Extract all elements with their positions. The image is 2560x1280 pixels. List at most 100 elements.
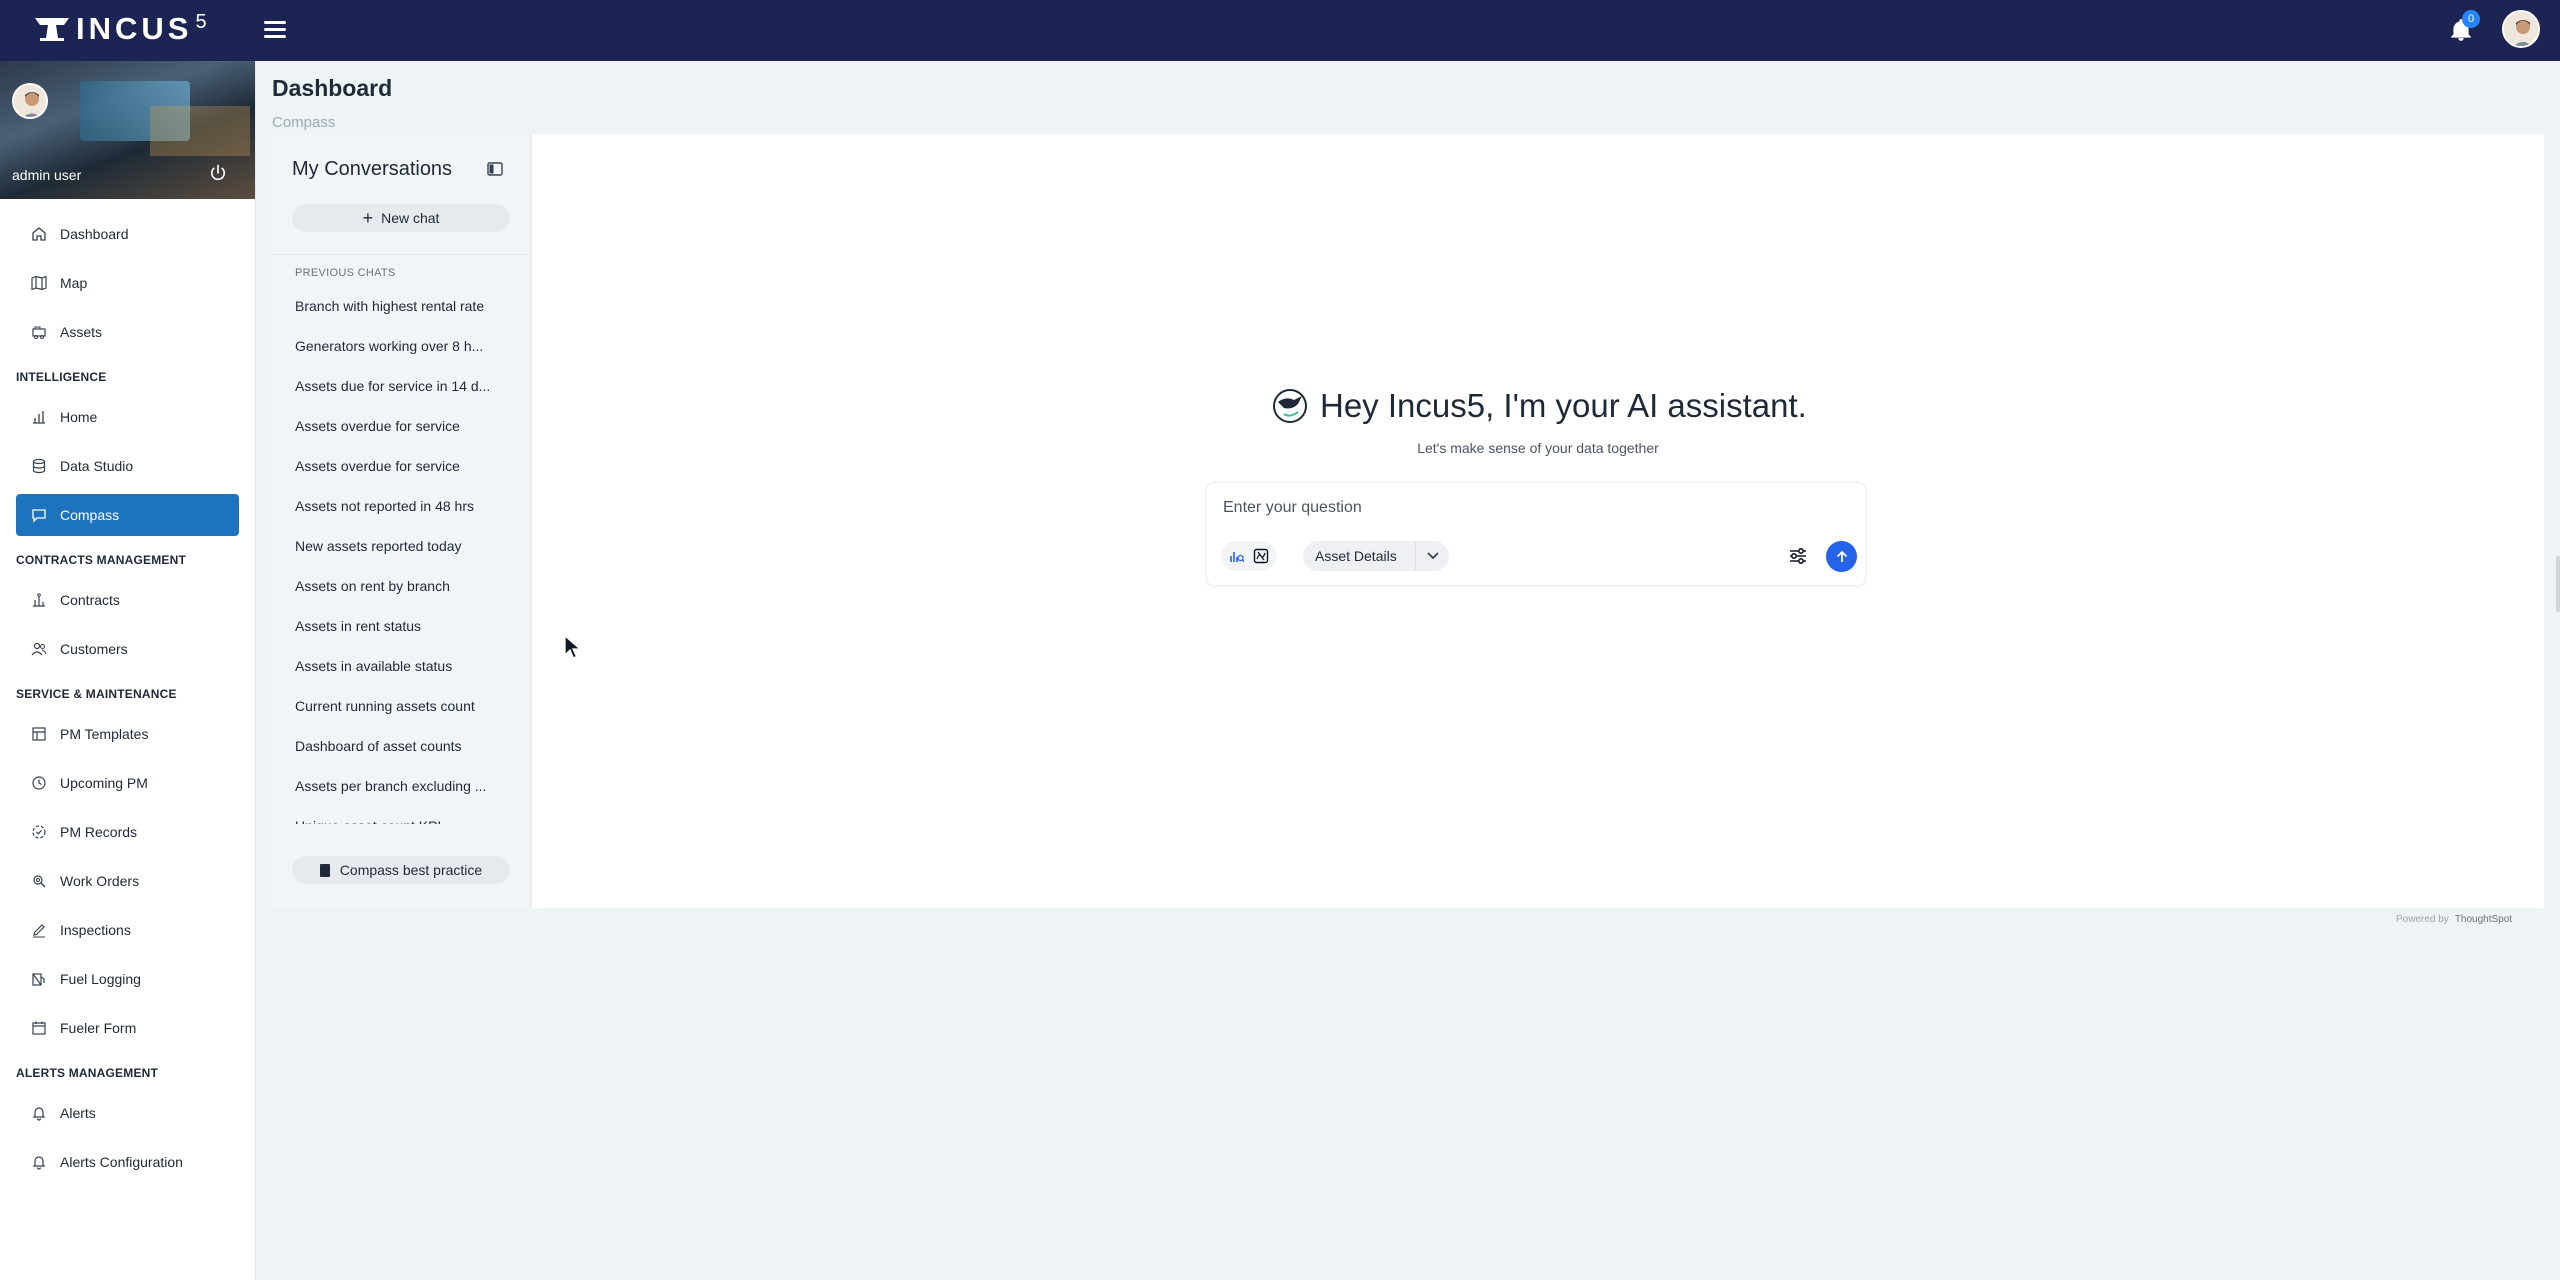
profile-avatar[interactable]: [12, 83, 48, 119]
section-contracts-management: CONTRACTS MANAGEMENT: [16, 553, 186, 567]
chat-list-item[interactable]: Assets overdue for service: [271, 406, 521, 446]
assistant-subtitle: Let's make sense of your data together: [1417, 440, 1659, 456]
chart-icon: [30, 408, 48, 426]
sidebar-collapse-icon[interactable]: [486, 160, 504, 178]
sidebar-item-label: Dashboard: [60, 226, 129, 242]
sidebar-item-pm-records[interactable]: PM Records: [16, 811, 239, 853]
profile-card: admin user: [0, 61, 255, 199]
chat-list-item[interactable]: Generators working over 8 h...: [271, 326, 521, 366]
chat-icon: [30, 506, 48, 524]
question-box: Asset Details: [1206, 482, 1866, 586]
profile-background-accent: [150, 106, 250, 156]
panel-resize-handle[interactable]: [2556, 556, 2560, 612]
top-bar: INCUS 5 0: [0, 0, 2560, 61]
assistant-greeting-title: Hey Incus5, I'm your AI assistant.: [1320, 387, 1807, 424]
settings-sliders-icon[interactable]: [1787, 545, 1809, 567]
compass-best-practice-button[interactable]: Compass best practice: [292, 856, 510, 884]
question-input[interactable]: [1223, 499, 1823, 517]
previous-chats-label: PREVIOUS CHATS: [295, 267, 396, 279]
sidebar-item-dashboard[interactable]: Dashboard: [16, 213, 239, 255]
new-chat-label: New chat: [381, 210, 440, 226]
sidebar-item-label: Customers: [60, 641, 128, 657]
users-icon: [30, 640, 48, 658]
mode-toggle-group: [1221, 541, 1277, 571]
page-title: Dashboard: [272, 75, 393, 101]
section-alerts-management: ALERTS MANAGEMENT: [16, 1066, 159, 1080]
app-logo[interactable]: INCUS 5: [34, 11, 207, 46]
sidebar-item-fuel-logging[interactable]: Fuel Logging: [16, 958, 239, 1000]
sidebar-item-map[interactable]: Map: [16, 262, 239, 304]
sidebar-item-alerts[interactable]: Alerts: [16, 1092, 239, 1134]
data-source-select[interactable]: Asset Details: [1303, 541, 1449, 571]
breadcrumb[interactable]: Compass: [272, 114, 335, 131]
chat-list-item[interactable]: Assets due for service in 14 d...: [271, 366, 521, 406]
book-icon: [319, 863, 330, 877]
template-icon: [30, 725, 48, 743]
sidebar-item-label: Inspections: [60, 922, 131, 938]
power-icon[interactable]: [208, 163, 228, 183]
sidebar-item-pm-templates[interactable]: PM Templates: [16, 713, 239, 755]
sidebar-item-data-studio[interactable]: Data Studio: [16, 445, 239, 487]
sidebar-item-contracts[interactable]: Contracts: [16, 579, 239, 621]
chat-list-item[interactable]: Assets overdue for service: [271, 446, 521, 486]
sidebar-item-home[interactable]: Home: [16, 396, 239, 438]
thoughtspot-brand: ThoughtSpot: [2454, 914, 2513, 925]
chat-list-item[interactable]: Assets in available status: [271, 646, 521, 686]
records-icon: [30, 823, 48, 841]
sidebar-nav: Dashboard Map Assets INTELLIGENCE Home D…: [0, 199, 255, 1183]
chat-list-item[interactable]: Current running assets count: [271, 686, 521, 726]
sidebar-item-alerts-configuration[interactable]: Alerts Configuration: [16, 1141, 239, 1183]
clock-icon: [30, 774, 48, 792]
sidebar-item-label: Alerts: [60, 1105, 96, 1121]
query-mode-button[interactable]: [1226, 545, 1248, 567]
user-avatar[interactable]: [2502, 10, 2540, 48]
powered-by-footer: Powered by ThoughtSpot: [2396, 914, 2512, 925]
insights-mode-button[interactable]: [1250, 545, 1272, 567]
assistant-logo-icon: [1273, 389, 1307, 423]
send-button[interactable]: [1826, 541, 1857, 572]
chat-list-item[interactable]: Unique asset count KPI: [271, 806, 521, 824]
sidebar-item-upcoming-pm[interactable]: Upcoming PM: [16, 762, 239, 804]
sidebar-item-work-orders[interactable]: Work Orders: [16, 860, 239, 902]
sidebar-item-assets[interactable]: Assets: [16, 311, 239, 353]
home-icon: [30, 225, 48, 243]
assistant-greeting: Hey Incus5, I'm your AI assistant.: [1272, 384, 1807, 428]
new-chat-button[interactable]: + New chat: [292, 204, 510, 232]
sidebar-item-label: Contracts: [60, 592, 120, 608]
mouse-cursor-icon: [564, 635, 582, 659]
sidebar-item-fueler-form[interactable]: Fueler Form: [16, 1007, 239, 1049]
bell-settings-icon: [30, 1153, 48, 1171]
chat-list-item[interactable]: New assets reported today: [271, 526, 521, 566]
sidebar-item-label: Compass: [60, 507, 120, 523]
chat-list-item[interactable]: Assets not reported in 48 hrs: [271, 486, 521, 526]
fuel-icon: [30, 970, 48, 988]
chevron-down-icon[interactable]: [1415, 541, 1449, 571]
sidebar-item-label: Fuel Logging: [60, 971, 141, 987]
notification-badge: 0: [2462, 10, 2480, 28]
sidebar-item-inspections[interactable]: Inspections: [16, 909, 239, 951]
database-icon: [30, 457, 48, 475]
assets-icon: [30, 323, 48, 341]
brain-icon: [1253, 548, 1269, 564]
chat-list-item[interactable]: Assets per branch excluding ...: [271, 766, 521, 806]
menu-toggle-icon[interactable]: [264, 18, 286, 40]
sidebar-item-label: Map: [60, 275, 88, 291]
profile-username: admin user: [12, 167, 82, 183]
section-service-maintenance: SERVICE & MAINTENANCE: [16, 687, 177, 701]
sidebar-item-label: Fueler Form: [60, 1020, 137, 1036]
pencil-icon: [30, 921, 48, 939]
best-practice-label: Compass best practice: [339, 862, 483, 878]
chat-list-item[interactable]: Assets in rent status: [271, 606, 521, 646]
chat-list[interactable]: Branch with highest rental rate Generato…: [271, 286, 531, 824]
chat-list-item[interactable]: Branch with highest rental rate: [271, 286, 521, 326]
calendar-icon: [30, 1019, 48, 1037]
chat-list-item[interactable]: Dashboard of asset counts: [271, 726, 521, 766]
sidebar-item-compass[interactable]: Compass: [16, 494, 239, 536]
section-intelligence: INTELLIGENCE: [16, 370, 107, 384]
map-icon: [30, 274, 48, 292]
conversations-title: My Conversations: [292, 158, 453, 180]
chat-list-item[interactable]: Assets on rent by branch: [271, 566, 521, 606]
powered-by-label: Powered by: [2396, 914, 2449, 925]
sidebar-item-customers[interactable]: Customers: [16, 628, 239, 670]
sidebar: admin user Dashboard Map Assets INTELLIG…: [0, 61, 256, 1280]
